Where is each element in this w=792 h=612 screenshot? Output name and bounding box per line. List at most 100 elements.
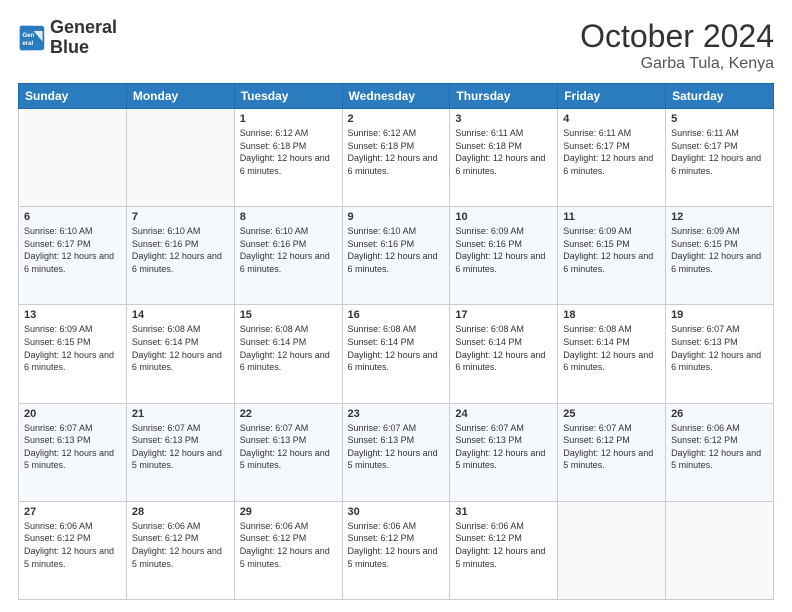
day-number: 1 <box>240 113 337 125</box>
cell-info: Sunrise: 6:08 AM Sunset: 6:14 PM Dayligh… <box>240 323 337 373</box>
cell-info: Sunrise: 6:08 AM Sunset: 6:14 PM Dayligh… <box>348 323 445 373</box>
cell-info: Sunrise: 6:09 AM Sunset: 6:15 PM Dayligh… <box>24 323 121 373</box>
month-title: October 2024 <box>580 18 774 55</box>
day-number: 28 <box>132 506 229 518</box>
day-number: 19 <box>671 309 768 321</box>
calendar-cell: 9 Sunrise: 6:10 AM Sunset: 6:16 PM Daylig… <box>342 207 450 305</box>
col-header-tuesday: Tuesday <box>234 84 342 109</box>
week-row-0: 1 Sunrise: 6:12 AM Sunset: 6:18 PM Daylig… <box>19 109 774 207</box>
cell-info: Sunrise: 6:12 AM Sunset: 6:18 PM Dayligh… <box>240 127 337 177</box>
day-number: 25 <box>563 408 660 420</box>
day-number: 31 <box>455 506 552 518</box>
svg-text:Gen: Gen <box>22 32 34 39</box>
day-number: 9 <box>348 211 445 223</box>
logo-icon: Gen eral <box>18 24 46 52</box>
calendar-cell: 30Sunrise: 6:06 AM Sunset: 6:12 PM Dayli… <box>342 501 450 599</box>
calendar-cell <box>126 109 234 207</box>
calendar-cell: 8 Sunrise: 6:10 AM Sunset: 6:16 PM Daylig… <box>234 207 342 305</box>
day-number: 27 <box>24 506 121 518</box>
cell-info: Sunrise: 6:10 AM Sunset: 6:16 PM Dayligh… <box>348 225 445 275</box>
col-header-saturday: Saturday <box>666 84 774 109</box>
calendar-cell: 17Sunrise: 6:08 AM Sunset: 6:14 PM Dayli… <box>450 305 558 403</box>
day-number: 24 <box>455 408 552 420</box>
cell-info: Sunrise: 6:11 AM Sunset: 6:17 PM Dayligh… <box>671 127 768 177</box>
day-number: 22 <box>240 408 337 420</box>
cell-info: Sunrise: 6:07 AM Sunset: 6:13 PM Dayligh… <box>455 422 552 472</box>
day-number: 21 <box>132 408 229 420</box>
calendar-cell: 21 Sunrise: 6:07 AM Sunset: 6:13 PM Dayli… <box>126 403 234 501</box>
cell-info: Sunrise: 6:10 AM Sunset: 6:17 PM Dayligh… <box>24 225 121 275</box>
calendar-cell: 6 Sunrise: 6:10 AM Sunset: 6:17 PM Daylig… <box>19 207 127 305</box>
calendar-cell: 22 Sunrise: 6:07 AM Sunset: 6:13 PM Dayli… <box>234 403 342 501</box>
calendar-cell: 7Sunrise: 6:10 AM Sunset: 6:16 PM Daylig… <box>126 207 234 305</box>
calendar-cell: 27 Sunrise: 6:06 AM Sunset: 6:12 PM Dayli… <box>19 501 127 599</box>
cell-info: Sunrise: 6:10 AM Sunset: 6:16 PM Dayligh… <box>240 225 337 275</box>
cell-info: Sunrise: 6:06 AM Sunset: 6:12 PM Dayligh… <box>132 520 229 570</box>
day-number: 11 <box>563 211 660 223</box>
calendar-cell: 26 Sunrise: 6:06 AM Sunset: 6:12 PM Dayli… <box>666 403 774 501</box>
day-number: 2 <box>348 113 445 125</box>
page: Gen eral General Blue October 2024 Garba… <box>0 0 792 612</box>
logo-line2: Blue <box>50 38 117 58</box>
cell-info: Sunrise: 6:06 AM Sunset: 6:12 PM Dayligh… <box>24 520 121 570</box>
header: Gen eral General Blue October 2024 Garba… <box>18 18 774 73</box>
calendar-cell <box>666 501 774 599</box>
week-row-1: 6 Sunrise: 6:10 AM Sunset: 6:17 PM Daylig… <box>19 207 774 305</box>
cell-info: Sunrise: 6:11 AM Sunset: 6:17 PM Dayligh… <box>563 127 660 177</box>
calendar-cell: 2 Sunrise: 6:12 AM Sunset: 6:18 PM Daylig… <box>342 109 450 207</box>
day-number: 13 <box>24 309 121 321</box>
cell-info: Sunrise: 6:07 AM Sunset: 6:13 PM Dayligh… <box>240 422 337 472</box>
location: Garba Tula, Kenya <box>580 55 774 73</box>
cell-info: Sunrise: 6:08 AM Sunset: 6:14 PM Dayligh… <box>455 323 552 373</box>
cell-info: Sunrise: 6:11 AM Sunset: 6:18 PM Dayligh… <box>455 127 552 177</box>
cell-info: Sunrise: 6:07 AM Sunset: 6:12 PM Dayligh… <box>563 422 660 472</box>
calendar-cell: 13 Sunrise: 6:09 AM Sunset: 6:15 PM Dayli… <box>19 305 127 403</box>
day-number: 30 <box>348 506 445 518</box>
logo: Gen eral General Blue <box>18 18 117 58</box>
calendar-cell: 24 Sunrise: 6:07 AM Sunset: 6:13 PM Dayli… <box>450 403 558 501</box>
cell-info: Sunrise: 6:12 AM Sunset: 6:18 PM Dayligh… <box>348 127 445 177</box>
logo-line1: General <box>50 18 117 38</box>
day-number: 5 <box>671 113 768 125</box>
calendar-cell: 1 Sunrise: 6:12 AM Sunset: 6:18 PM Daylig… <box>234 109 342 207</box>
cell-info: Sunrise: 6:07 AM Sunset: 6:13 PM Dayligh… <box>24 422 121 472</box>
cell-info: Sunrise: 6:06 AM Sunset: 6:12 PM Dayligh… <box>671 422 768 472</box>
week-row-3: 20 Sunrise: 6:07 AM Sunset: 6:13 PM Dayli… <box>19 403 774 501</box>
calendar-cell: 4Sunrise: 6:11 AM Sunset: 6:17 PM Daylig… <box>558 109 666 207</box>
col-header-wednesday: Wednesday <box>342 84 450 109</box>
cell-info: Sunrise: 6:06 AM Sunset: 6:12 PM Dayligh… <box>240 520 337 570</box>
calendar-cell: 20 Sunrise: 6:07 AM Sunset: 6:13 PM Dayli… <box>19 403 127 501</box>
calendar-cell: 11Sunrise: 6:09 AM Sunset: 6:15 PM Dayli… <box>558 207 666 305</box>
cell-info: Sunrise: 6:07 AM Sunset: 6:13 PM Dayligh… <box>132 422 229 472</box>
col-header-sunday: Sunday <box>19 84 127 109</box>
day-number: 20 <box>24 408 121 420</box>
calendar-cell: 16Sunrise: 6:08 AM Sunset: 6:14 PM Dayli… <box>342 305 450 403</box>
cell-info: Sunrise: 6:08 AM Sunset: 6:14 PM Dayligh… <box>563 323 660 373</box>
cell-info: Sunrise: 6:07 AM Sunset: 6:13 PM Dayligh… <box>348 422 445 472</box>
calendar-cell: 28 Sunrise: 6:06 AM Sunset: 6:12 PM Dayli… <box>126 501 234 599</box>
calendar-cell: 3Sunrise: 6:11 AM Sunset: 6:18 PM Daylig… <box>450 109 558 207</box>
day-number: 6 <box>24 211 121 223</box>
day-number: 10 <box>455 211 552 223</box>
calendar-cell <box>19 109 127 207</box>
cell-info: Sunrise: 6:10 AM Sunset: 6:16 PM Dayligh… <box>132 225 229 275</box>
calendar-cell: 25 Sunrise: 6:07 AM Sunset: 6:12 PM Dayli… <box>558 403 666 501</box>
col-header-thursday: Thursday <box>450 84 558 109</box>
col-header-monday: Monday <box>126 84 234 109</box>
logo-text: General Blue <box>50 18 117 58</box>
calendar-cell: 23Sunrise: 6:07 AM Sunset: 6:13 PM Dayli… <box>342 403 450 501</box>
day-number: 18 <box>563 309 660 321</box>
calendar-table: SundayMondayTuesdayWednesdayThursdayFrid… <box>18 83 774 600</box>
col-header-friday: Friday <box>558 84 666 109</box>
calendar-cell <box>558 501 666 599</box>
cell-info: Sunrise: 6:07 AM Sunset: 6:13 PM Dayligh… <box>671 323 768 373</box>
cell-info: Sunrise: 6:09 AM Sunset: 6:15 PM Dayligh… <box>671 225 768 275</box>
calendar-cell: 31Sunrise: 6:06 AM Sunset: 6:12 PM Dayli… <box>450 501 558 599</box>
week-row-2: 13 Sunrise: 6:09 AM Sunset: 6:15 PM Dayli… <box>19 305 774 403</box>
day-number: 26 <box>671 408 768 420</box>
calendar-cell: 19 Sunrise: 6:07 AM Sunset: 6:13 PM Dayli… <box>666 305 774 403</box>
day-number: 8 <box>240 211 337 223</box>
calendar-cell: 5 Sunrise: 6:11 AM Sunset: 6:17 PM Daylig… <box>666 109 774 207</box>
svg-text:eral: eral <box>22 40 33 47</box>
day-number: 29 <box>240 506 337 518</box>
